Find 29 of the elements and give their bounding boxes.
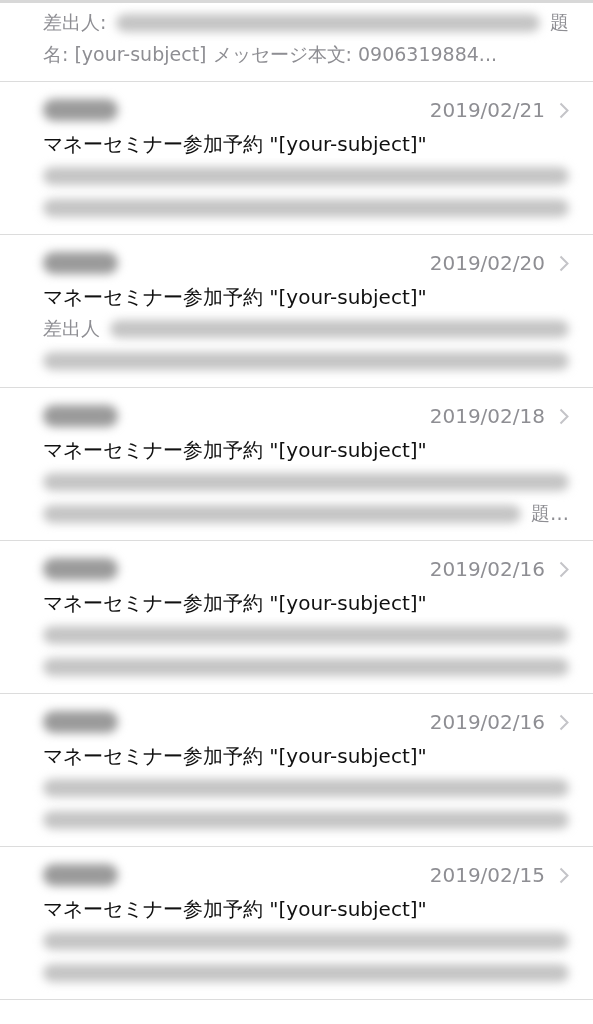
chevron-icon <box>559 101 569 119</box>
preview-text: 題… <box>531 501 569 526</box>
chevron-icon <box>559 713 569 731</box>
message-row[interactable]: 2019/02/15 マネーセミナー参加予約 "[your-subject]" <box>0 847 593 1000</box>
preview-text: 名: [your-subject] メッセージ本文: 0906319884... <box>43 42 497 67</box>
message-subject: マネーセミナー参加予約 "[your-subject]" <box>43 131 428 158</box>
message-row[interactable]: 2019/02/16 マネーセミナー参加予約 "[your-subject]" <box>0 541 593 694</box>
message-row[interactable]: 2019/02/20 マネーセミナー参加予約 "[your-subject]" 差出人 <box>0 235 593 388</box>
message-subject: マネーセミナー参加予約 "[your-subject]" <box>43 896 428 923</box>
message-subject: マネーセミナー参加予約 "[your-subject]" <box>43 284 428 311</box>
message-row[interactable]: 2019/02/16 マネーセミナー参加予約 "[your-subject]" <box>0 694 593 847</box>
preview-text: 差出人: <box>43 10 107 35</box>
chevron-icon <box>559 254 569 272</box>
message-date: 2019/02/15 <box>429 863 545 887</box>
message-date: 2019/02/16 <box>429 710 545 734</box>
message-subject: マネーセミナー参加予約 "[your-subject]" <box>43 437 428 464</box>
chevron-icon <box>559 407 569 425</box>
preview-text: 差出人 <box>43 316 100 341</box>
message-date: 2019/02/21 <box>429 98 545 122</box>
message-date: 2019/02/16 <box>429 557 545 581</box>
message-date: 2019/02/20 <box>429 251 545 275</box>
chevron-icon <box>559 560 569 578</box>
chevron-icon <box>559 866 569 884</box>
preview-text: 題 <box>550 10 569 35</box>
message-subject: マネーセミナー参加予約 "[your-subject]" <box>43 590 428 617</box>
message-row[interactable]: 2019/02/18 マネーセミナー参加予約 "[your-subject]" 題… <box>0 388 593 541</box>
message-row[interactable]: 2019/02/21 マネーセミナー参加予約 "[your-subject]" <box>0 82 593 235</box>
message-subject: マネーセミナー参加予約 "[your-subject]" <box>43 743 428 770</box>
message-date: 2019/02/18 <box>429 404 545 428</box>
